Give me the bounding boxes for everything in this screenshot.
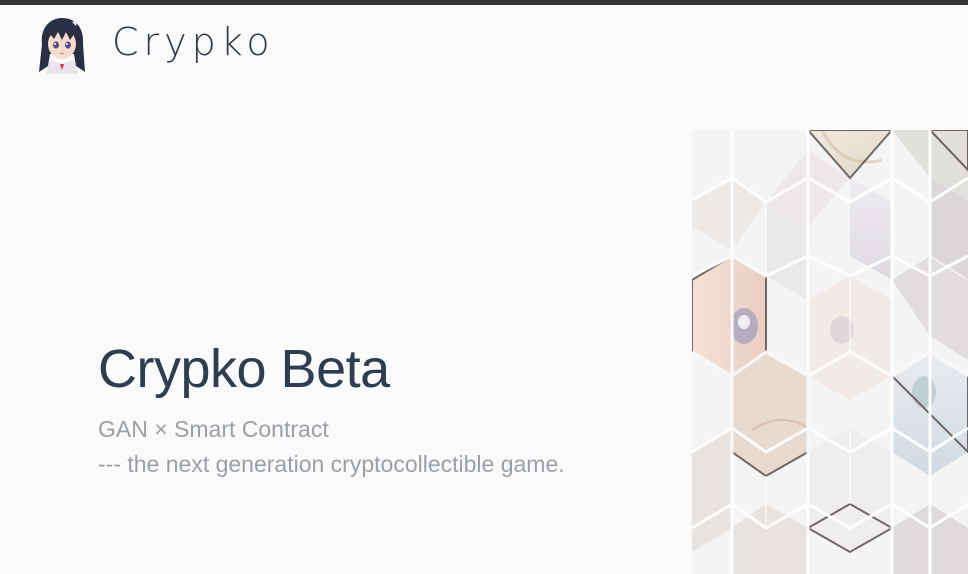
hero-title: Crypko Beta bbox=[98, 339, 390, 399]
page: Crypko Crypko Beta GAN × Smart Contract … bbox=[0, 0, 968, 574]
hero-tagline: --- the next generation cryptocollectibl… bbox=[98, 450, 565, 477]
hexagon-mosaic-art bbox=[692, 130, 968, 574]
hexagon-mosaic-anime-art-icon bbox=[692, 130, 968, 574]
hero-subtitle: GAN × Smart Contract bbox=[98, 416, 329, 442]
anime-girl-avatar-icon bbox=[39, 18, 85, 74]
brand-name: Crypko bbox=[112, 20, 275, 64]
hero-section: Crypko Beta GAN × Smart Contract --- the… bbox=[98, 342, 678, 481]
top-border bbox=[0, 0, 968, 5]
site-header-home-link[interactable]: Crypko bbox=[34, 14, 275, 76]
